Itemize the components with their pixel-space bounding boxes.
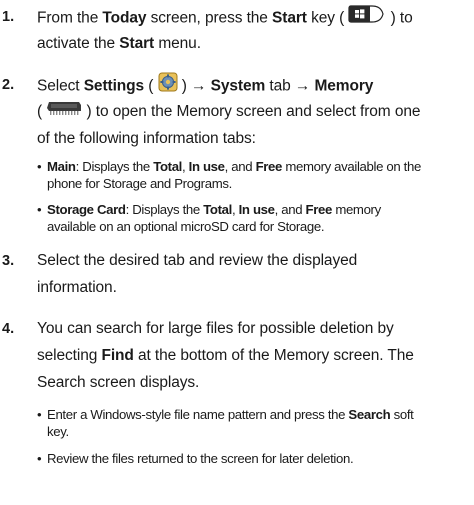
step-text-line: selecting Find at the bottom of the Memo… (37, 347, 414, 364)
step-text-line: activate the Start menu. (37, 35, 201, 52)
bullet: • (37, 159, 42, 174)
list-item: • Storage Card: Displays the Total, In us… (37, 202, 381, 234)
step-number: 3. (2, 253, 15, 269)
step-text-line: Search screen displays. (37, 374, 200, 391)
settings-gear-icon (158, 72, 178, 101)
step-text-line: From the Today screen, press the Start k… (37, 4, 413, 33)
step-text-line: of the following information tabs: (37, 130, 256, 147)
bullet: • (37, 202, 42, 217)
list-item: • Main: Displays the Total, In use, and F… (37, 159, 421, 191)
step-number: 4. (2, 321, 15, 337)
list-item: • Enter a Windows-style file name pattern… (37, 407, 414, 439)
step-text-line: Select the desired tab and review the di… (37, 252, 358, 269)
bullet: • (37, 451, 42, 466)
step-text-line: information. (37, 279, 117, 296)
list-item: • Review the files returned to the screen… (37, 451, 354, 466)
memory-chip-icon (46, 99, 82, 125)
step-number: 1. (2, 9, 15, 25)
step-number: 2. (2, 77, 15, 93)
windows-start-key-icon (348, 4, 386, 33)
step-text-line: Select Settings ( ) → System tab → Memor… (37, 72, 373, 101)
step-text-line: You can search for large files for possi… (37, 320, 394, 337)
bullet: • (37, 407, 42, 422)
step-text-line: ( ) to open the Memory screen and select… (37, 99, 420, 125)
